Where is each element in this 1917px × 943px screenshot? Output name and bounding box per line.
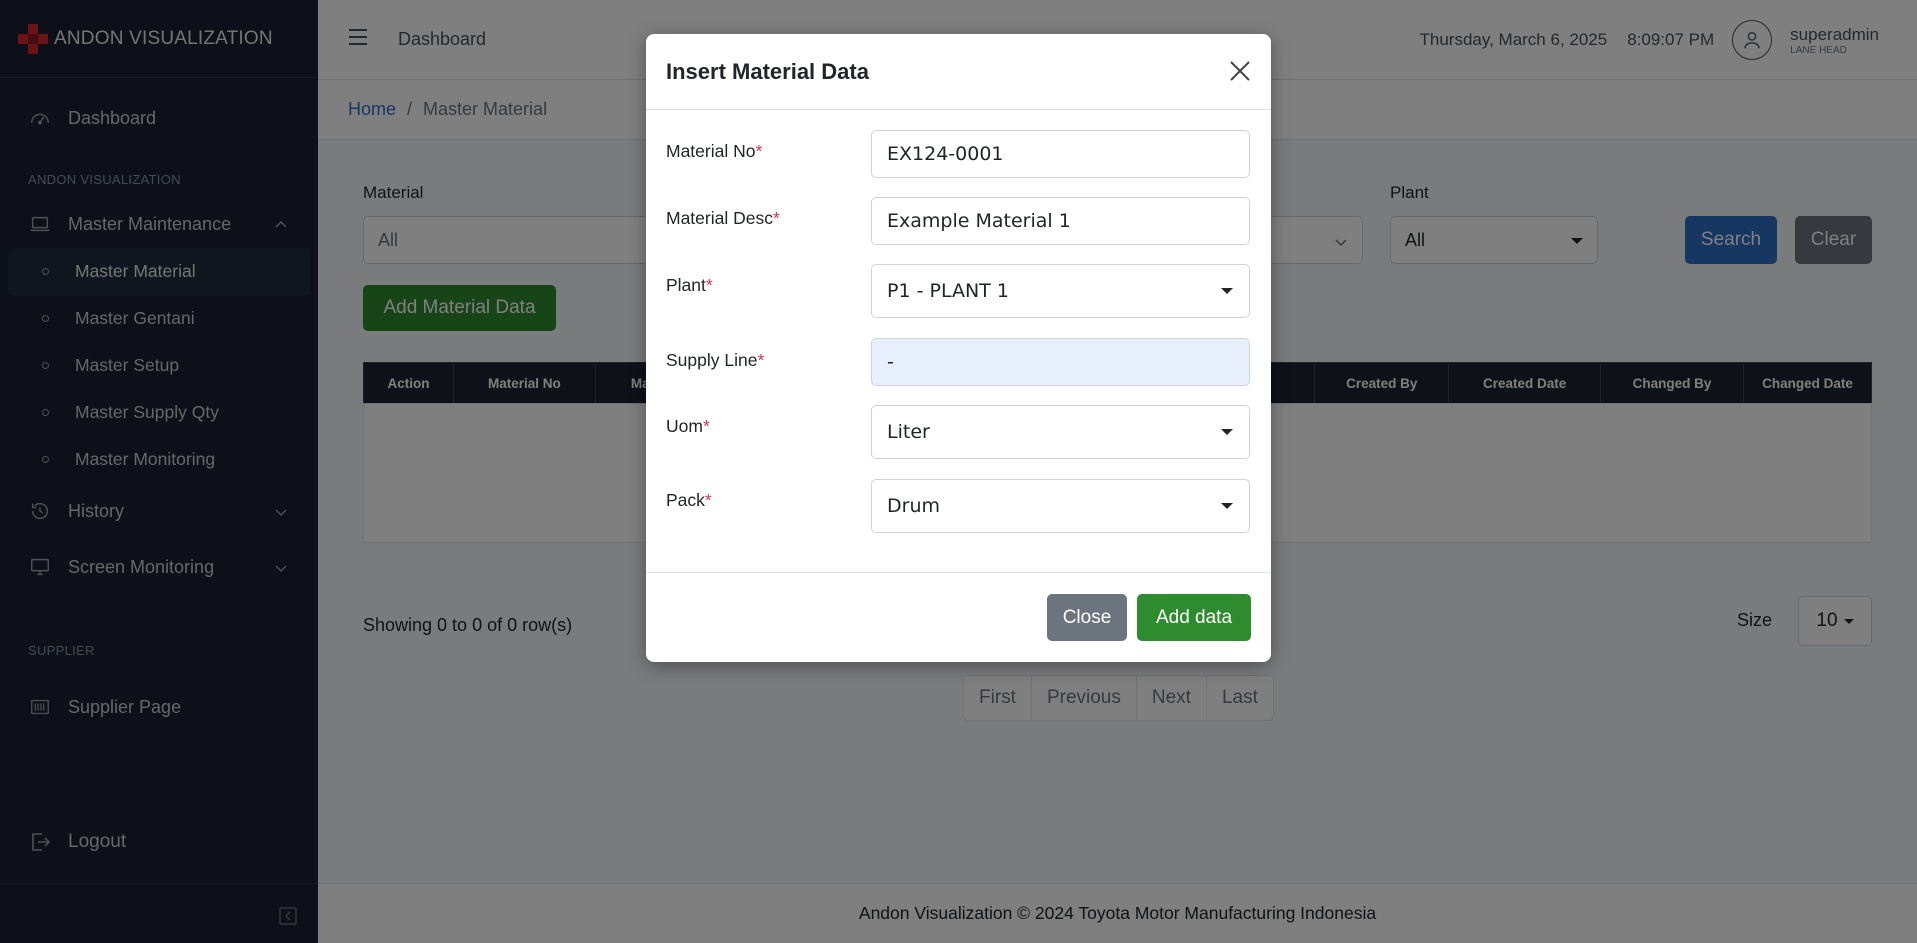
modal-header: Insert Material Data xyxy=(646,34,1271,110)
supply-line-label: Supply Line* xyxy=(666,350,765,370)
pack-select-value: Drum xyxy=(887,495,940,517)
material-desc-label: Material Desc* xyxy=(666,208,780,228)
pack-label: Pack* xyxy=(666,490,712,510)
material-desc-row: Material Desc* Example Material 1 xyxy=(666,197,1251,245)
pack-select[interactable]: Drum xyxy=(871,479,1250,533)
plant-label: Plant* xyxy=(666,275,713,295)
uom-select[interactable]: Liter xyxy=(871,405,1250,459)
uom-row: Uom* Liter xyxy=(666,405,1251,459)
material-no-row: Material No* EX124-0001 xyxy=(666,130,1251,178)
close-icon[interactable] xyxy=(1225,56,1255,86)
caret-down-icon xyxy=(1221,429,1233,435)
add-data-button[interactable]: Add data xyxy=(1137,594,1251,641)
plant-select-value: P1 - PLANT 1 xyxy=(887,280,1009,302)
material-desc-input[interactable]: Example Material 1 xyxy=(871,197,1250,245)
plant-row: Plant* P1 - PLANT 1 xyxy=(666,264,1251,318)
uom-select-value: Liter xyxy=(887,421,930,443)
supply-line-input: - xyxy=(871,338,1250,386)
uom-label: Uom* xyxy=(666,416,710,436)
supply-line-row: Supply Line* - xyxy=(666,338,1251,386)
close-button[interactable]: Close xyxy=(1047,594,1127,641)
material-no-label: Material No* xyxy=(666,141,763,161)
plant-select[interactable]: P1 - PLANT 1 xyxy=(871,264,1250,318)
modal-title: Insert Material Data xyxy=(666,58,869,84)
caret-down-icon xyxy=(1221,288,1233,294)
material-no-input[interactable]: EX124-0001 xyxy=(871,130,1250,178)
caret-down-icon xyxy=(1221,503,1233,509)
modal-footer: Close Add data xyxy=(646,572,1271,662)
insert-material-modal: Insert Material Data Material No* EX124-… xyxy=(646,34,1271,662)
pack-row: Pack* Drum xyxy=(666,479,1251,533)
